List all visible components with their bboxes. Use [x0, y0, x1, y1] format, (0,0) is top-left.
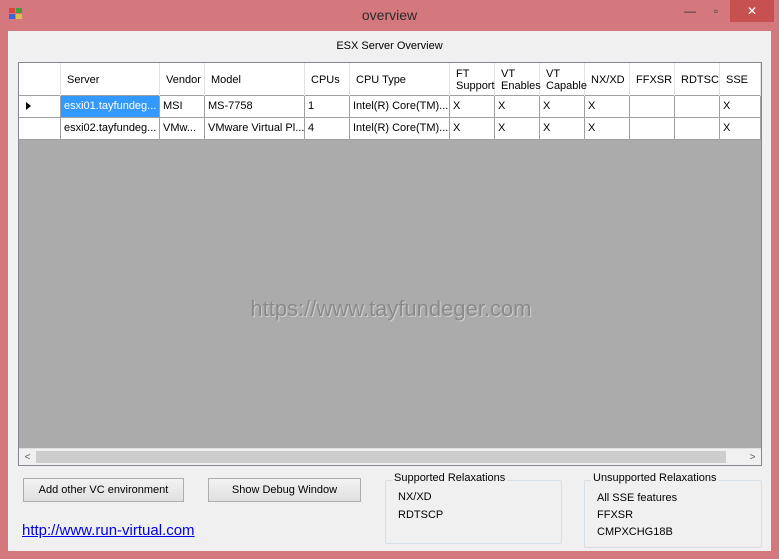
grid-header: Server Vendor Model CPUs CPU Type FT Support V… — [19, 63, 761, 96]
scroll-thumb[interactable] — [36, 451, 726, 463]
cell-vendor[interactable]: MSI — [160, 96, 205, 117]
cell-vtcap[interactable]: X — [540, 118, 585, 139]
supported-item: RDTSCP — [398, 509, 444, 521]
cell-cpus[interactable]: 1 — [305, 96, 350, 117]
page-title: ESX Server Overview — [336, 40, 443, 52]
column-header-ft[interactable]: FT Support — [450, 63, 495, 96]
cell-rdtsc[interactable] — [675, 118, 720, 139]
column-header-server[interactable]: Server — [61, 63, 160, 96]
title-bar[interactable]: overview — ▫ ✕ — [0, 0, 779, 30]
unsupported-item: FFXSR — [597, 509, 634, 521]
close-button[interactable]: ✕ — [730, 0, 774, 22]
client-area: ESX Server Overview Server Vendor Model CPU… — [8, 31, 771, 551]
cell-nx[interactable]: X — [585, 96, 630, 117]
column-header-cpus[interactable]: CPUs — [305, 63, 350, 96]
cell-ffxsr[interactable] — [630, 118, 675, 139]
column-header-rdtsc[interactable]: RDTSC — [675, 63, 720, 96]
supported-relaxations-title: Supported Relaxations — [392, 472, 508, 484]
server-grid[interactable]: Server Vendor Model CPUs CPU Type FT Support V… — [18, 62, 762, 466]
cell-server[interactable]: esxi01.tayfundeg... — [61, 96, 160, 117]
cell-model[interactable]: MS-7758 — [205, 96, 305, 117]
window-title: overview — [361, 7, 418, 23]
column-header-nx[interactable]: NX/XD — [585, 63, 630, 96]
cell-vten[interactable]: X — [495, 118, 540, 139]
row-header[interactable] — [19, 118, 61, 139]
cell-sse[interactable]: X — [720, 118, 761, 139]
maximize-button[interactable]: ▫ — [706, 0, 726, 22]
column-header-sse[interactable]: SSE — [720, 63, 761, 96]
column-header-vten[interactable]: VT Enables — [495, 63, 541, 96]
minimize-button[interactable]: — — [680, 0, 700, 22]
row-header[interactable] — [19, 96, 61, 117]
cell-model[interactable]: VMware Virtual Pl... — [205, 118, 305, 139]
horizontal-scrollbar[interactable]: < > — [19, 448, 761, 465]
table-row[interactable]: esxi01.tayfundeg... MSI MS-7758 1 Intel(R) C… — [19, 96, 761, 118]
column-header-cputype[interactable]: CPU Type — [350, 63, 450, 96]
watermark-text: https://www.tayfundeger.com — [250, 296, 532, 321]
cell-ft[interactable]: X — [450, 118, 495, 139]
unsupported-item: CMPXCHG18B — [597, 526, 673, 538]
application-window: overview — ▫ ✕ ESX Server Overview Serve… — [0, 0, 779, 559]
cell-server[interactable]: esxi02.tayfundeg... — [61, 118, 160, 139]
scroll-left-icon[interactable]: < — [19, 449, 36, 465]
show-debug-window-button[interactable]: Show Debug Window — [208, 478, 361, 502]
column-header-vendor[interactable]: Vendor — [160, 63, 205, 96]
cell-vendor[interactable]: VMw... — [160, 118, 205, 139]
column-header-model[interactable]: Model — [205, 63, 305, 96]
supported-relaxations-group: Supported Relaxations NX/XD RDTSCP — [385, 472, 562, 544]
cell-rdtsc[interactable] — [675, 96, 720, 117]
cell-sse[interactable]: X — [720, 96, 761, 117]
unsupported-relaxations-title: Unsupported Relaxations — [591, 472, 719, 484]
cell-cpus[interactable]: 4 — [305, 118, 350, 139]
supported-item: NX/XD — [398, 491, 432, 503]
column-header-ffxsr[interactable]: FFXSR — [630, 63, 675, 96]
cell-ft[interactable]: X — [450, 96, 495, 117]
column-header-vtcap[interactable]: VT Capable — [540, 63, 587, 96]
current-row-arrow-icon — [26, 102, 31, 110]
cell-cputype[interactable]: Intel(R) Core(TM)... — [350, 118, 450, 139]
add-vc-environment-button[interactable]: Add other VC environment — [23, 478, 184, 502]
cell-vten[interactable]: X — [495, 96, 540, 117]
unsupported-item: All SSE features — [597, 492, 678, 504]
row-header-corner[interactable] — [19, 63, 61, 96]
unsupported-relaxations-group: Unsupported Relaxations All SSE features… — [584, 472, 762, 548]
run-virtual-link[interactable]: http://www.run-virtual.com — [22, 522, 195, 539]
cell-vtcap[interactable]: X — [540, 96, 585, 117]
cell-ffxsr[interactable] — [630, 96, 675, 117]
scroll-right-icon[interactable]: > — [744, 449, 761, 465]
table-row[interactable]: esxi02.tayfundeg... VMw... VMware Virtual … — [19, 118, 761, 140]
cell-cputype[interactable]: Intel(R) Core(TM)... — [350, 96, 450, 117]
cell-nx[interactable]: X — [585, 118, 630, 139]
